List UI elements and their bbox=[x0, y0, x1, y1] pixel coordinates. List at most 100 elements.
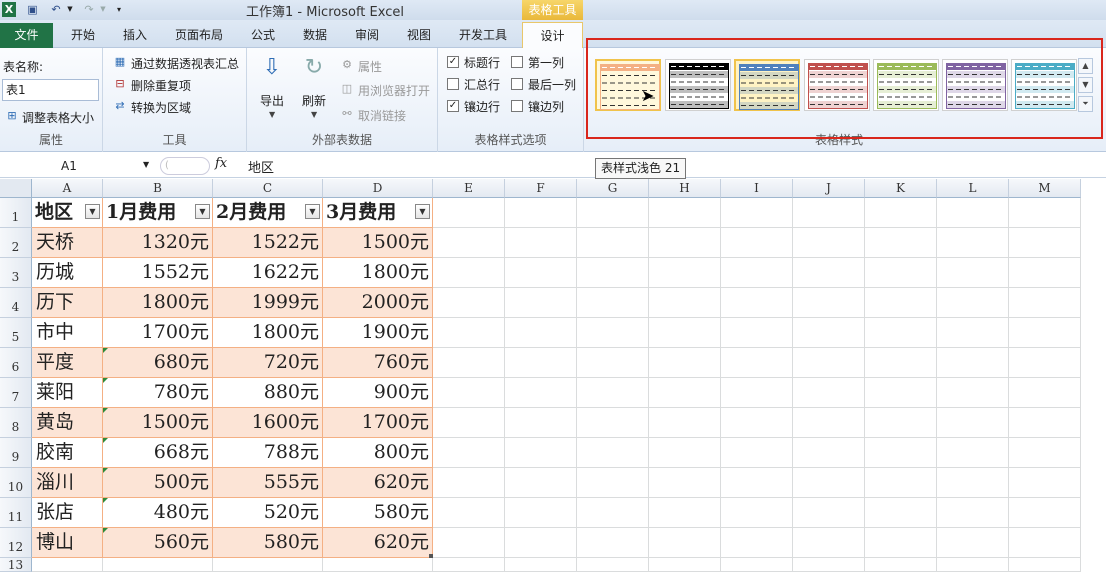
empty-cell[interactable] bbox=[505, 408, 577, 438]
row-header[interactable]: 12 bbox=[0, 528, 32, 558]
empty-cell[interactable] bbox=[649, 378, 721, 408]
region-cell[interactable]: 张店 bbox=[32, 498, 103, 528]
column-header[interactable]: D bbox=[323, 179, 433, 198]
empty-cell[interactable] bbox=[649, 318, 721, 348]
region-cell[interactable]: 市中 bbox=[32, 318, 103, 348]
empty-cell[interactable] bbox=[577, 288, 649, 318]
empty-cell[interactable] bbox=[505, 288, 577, 318]
fee-cell[interactable]: 720元 bbox=[213, 348, 323, 378]
empty-cell[interactable] bbox=[433, 258, 505, 288]
external-properties-button[interactable]: 属性 bbox=[358, 58, 382, 75]
empty-cell[interactable] bbox=[649, 348, 721, 378]
empty-cell[interactable] bbox=[793, 258, 865, 288]
region-cell[interactable]: 莱阳 bbox=[32, 378, 103, 408]
table-style-swatch[interactable] bbox=[942, 59, 1008, 111]
empty-cell[interactable] bbox=[865, 438, 937, 468]
empty-cell[interactable] bbox=[649, 258, 721, 288]
empty-cell[interactable] bbox=[865, 258, 937, 288]
empty-cell[interactable] bbox=[1009, 378, 1081, 408]
empty-cell[interactable] bbox=[649, 498, 721, 528]
empty-cell[interactable] bbox=[433, 288, 505, 318]
empty-cell[interactable] bbox=[721, 198, 793, 228]
empty-cell[interactable] bbox=[793, 318, 865, 348]
name-box[interactable]: A1 bbox=[3, 156, 155, 176]
empty-cell[interactable] bbox=[1009, 498, 1081, 528]
empty-cell[interactable] bbox=[721, 318, 793, 348]
empty-cell[interactable] bbox=[1009, 348, 1081, 378]
fee-cell[interactable]: 680元 bbox=[103, 348, 213, 378]
empty-cell[interactable] bbox=[865, 468, 937, 498]
row-header[interactable]: 9 bbox=[0, 438, 32, 468]
unlink-button[interactable]: 取消链接 bbox=[358, 107, 406, 124]
empty-cell[interactable] bbox=[793, 498, 865, 528]
empty-cell[interactable] bbox=[865, 228, 937, 258]
fee-cell[interactable]: 668元 bbox=[103, 438, 213, 468]
table-style-swatch[interactable] bbox=[804, 59, 870, 111]
empty-cell[interactable] bbox=[505, 528, 577, 558]
remove-duplicates-button[interactable]: 删除重复项 bbox=[131, 77, 191, 94]
column-header[interactable]: E bbox=[433, 179, 505, 198]
empty-cell[interactable] bbox=[937, 408, 1009, 438]
empty-cell[interactable] bbox=[721, 258, 793, 288]
table-style-swatch[interactable] bbox=[665, 59, 731, 111]
empty-cell[interactable] bbox=[721, 558, 793, 572]
empty-cell[interactable] bbox=[505, 498, 577, 528]
empty-cell[interactable] bbox=[433, 378, 505, 408]
empty-cell[interactable] bbox=[1009, 438, 1081, 468]
empty-cell[interactable] bbox=[721, 288, 793, 318]
empty-cell[interactable] bbox=[505, 318, 577, 348]
export-button[interactable]: 导出 bbox=[260, 92, 284, 109]
empty-cell[interactable] bbox=[1009, 228, 1081, 258]
region-cell[interactable]: 天桥 bbox=[32, 228, 103, 258]
fee-cell[interactable]: 760元 bbox=[323, 348, 433, 378]
empty-cell[interactable] bbox=[649, 468, 721, 498]
first-column-checkbox[interactable] bbox=[511, 56, 523, 68]
empty-cell[interactable] bbox=[1009, 408, 1081, 438]
column-header[interactable]: L bbox=[937, 179, 1009, 198]
header-row-checkbox[interactable]: ✓ bbox=[447, 56, 459, 68]
table-header-cell[interactable]: 1月费用 ▼ bbox=[103, 198, 213, 228]
empty-cell[interactable] bbox=[937, 318, 1009, 348]
fee-cell[interactable]: 1622元 bbox=[213, 258, 323, 288]
fee-cell[interactable]: 555元 bbox=[213, 468, 323, 498]
table-style-swatch[interactable] bbox=[734, 59, 800, 111]
banded-rows-checkbox[interactable]: ✓ bbox=[447, 100, 459, 112]
column-header[interactable]: J bbox=[793, 179, 865, 198]
pivot-summary-button[interactable]: 通过数据透视表汇总 bbox=[131, 55, 239, 72]
row-header[interactable]: 7 bbox=[0, 378, 32, 408]
empty-cell[interactable] bbox=[937, 288, 1009, 318]
filter-dropdown-icon[interactable]: ▼ bbox=[415, 204, 430, 219]
region-cell[interactable]: 淄川 bbox=[32, 468, 103, 498]
customize-qat-icon[interactable]: ▾ bbox=[114, 2, 124, 17]
empty-cell[interactable] bbox=[505, 468, 577, 498]
tab-developer[interactable]: 开发工具 bbox=[448, 24, 518, 48]
fee-cell[interactable]: 1800元 bbox=[103, 288, 213, 318]
row-header[interactable]: 2 bbox=[0, 228, 32, 258]
row-header[interactable]: 8 bbox=[0, 408, 32, 438]
empty-cell[interactable] bbox=[937, 498, 1009, 528]
fee-cell[interactable]: 480元 bbox=[103, 498, 213, 528]
empty-cell[interactable] bbox=[32, 558, 103, 572]
empty-cell[interactable] bbox=[577, 348, 649, 378]
empty-cell[interactable] bbox=[721, 378, 793, 408]
region-cell[interactable]: 历城 bbox=[32, 258, 103, 288]
empty-cell[interactable] bbox=[213, 558, 323, 572]
row-header[interactable]: 13 bbox=[0, 558, 32, 572]
empty-cell[interactable] bbox=[865, 528, 937, 558]
tab-review[interactable]: 审阅 bbox=[344, 24, 390, 48]
empty-cell[interactable] bbox=[721, 528, 793, 558]
fee-cell[interactable]: 800元 bbox=[323, 438, 433, 468]
empty-cell[interactable] bbox=[505, 378, 577, 408]
empty-cell[interactable] bbox=[865, 558, 937, 572]
region-cell[interactable]: 博山 bbox=[32, 528, 103, 558]
empty-cell[interactable] bbox=[433, 408, 505, 438]
column-header[interactable]: F bbox=[505, 179, 577, 198]
undo-dropdown-icon[interactable]: ▼ bbox=[66, 2, 74, 17]
last-column-checkbox[interactable] bbox=[511, 78, 523, 90]
empty-cell[interactable] bbox=[937, 198, 1009, 228]
empty-cell[interactable] bbox=[649, 198, 721, 228]
fee-cell[interactable]: 880元 bbox=[213, 378, 323, 408]
empty-cell[interactable] bbox=[793, 348, 865, 378]
empty-cell[interactable] bbox=[433, 558, 505, 572]
empty-cell[interactable] bbox=[433, 348, 505, 378]
